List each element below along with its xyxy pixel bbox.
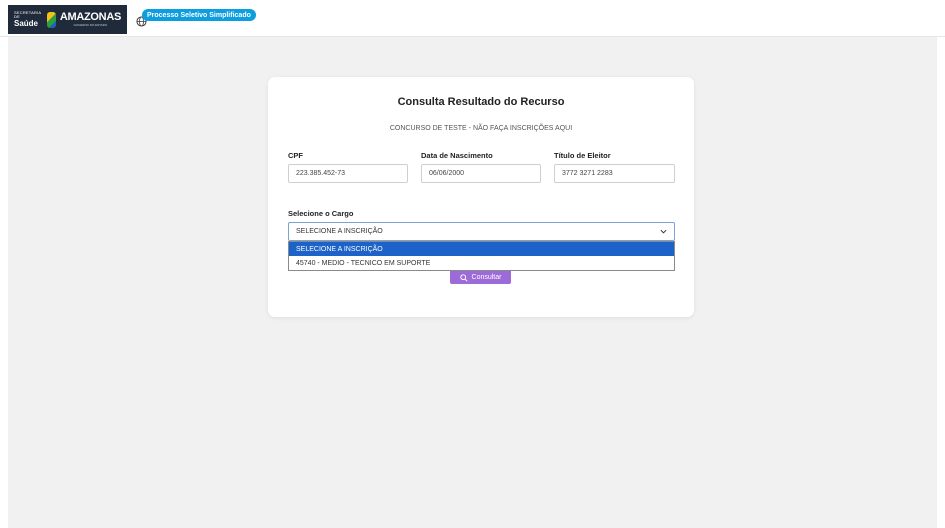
cargo-label: Selecione o Cargo [288, 209, 354, 218]
cargo-select[interactable]: SELECIONE A INSCRIÇÃO [288, 222, 675, 241]
processo-seletivo-badge[interactable]: Processo Seletivo Simplificado [142, 9, 256, 21]
logo-small-line2: Saúde [14, 19, 39, 28]
cpf-label: CPF [288, 151, 303, 160]
logo-secretaria-text: SECRETARIA DE Saúde [14, 11, 41, 28]
consultar-button-label: Consultar [471, 274, 502, 281]
cargo-select-value: SELECIONE A INSCRIÇÃO [296, 228, 383, 235]
top-navbar: SECRETARIA DE Saúde AMAZONAS GOVERNO DO … [0, 0, 945, 37]
chevron-down-icon [660, 229, 667, 234]
logo-amazonas-text: AMAZONAS GOVERNO DO ESTADO [60, 12, 121, 27]
birth-date-input[interactable]: 06/06/2000 [421, 164, 541, 183]
logo-big-line1: AMAZONAS [59, 11, 121, 23]
voter-title-input[interactable]: 3772 3271 2283 [554, 164, 675, 183]
birth-date-label: Data de Nascimento [421, 151, 493, 160]
amazonas-saude-logo[interactable]: SECRETARIA DE Saúde AMAZONAS GOVERNO DO … [8, 5, 127, 34]
search-icon [459, 273, 468, 282]
dropdown-option[interactable]: 45740 - MEDIO - TECNICO EM SUPORTE [289, 256, 674, 270]
contest-subtitle: CONCURSO DE TESTE - NÃO FAÇA INSCRIÇÕES … [389, 125, 573, 132]
cargo-dropdown-list: SELECIONE A INSCRIÇÃO 45740 - MEDIO - TE… [288, 241, 675, 271]
logo-small-line1: SECRETARIA DE [14, 10, 42, 19]
page-title: Consulta Resultado do Recurso [397, 96, 565, 108]
cpf-input[interactable]: 223.385.452-73 [288, 164, 408, 183]
consultar-button[interactable]: Consultar [450, 271, 511, 284]
amazonas-emblem-icon [47, 11, 56, 28]
logo-big-line2: GOVERNO DO ESTADO [73, 23, 108, 27]
dropdown-option[interactable]: SELECIONE A INSCRIÇÃO [289, 242, 674, 256]
voter-title-label: Título de Eleitor [554, 151, 611, 160]
